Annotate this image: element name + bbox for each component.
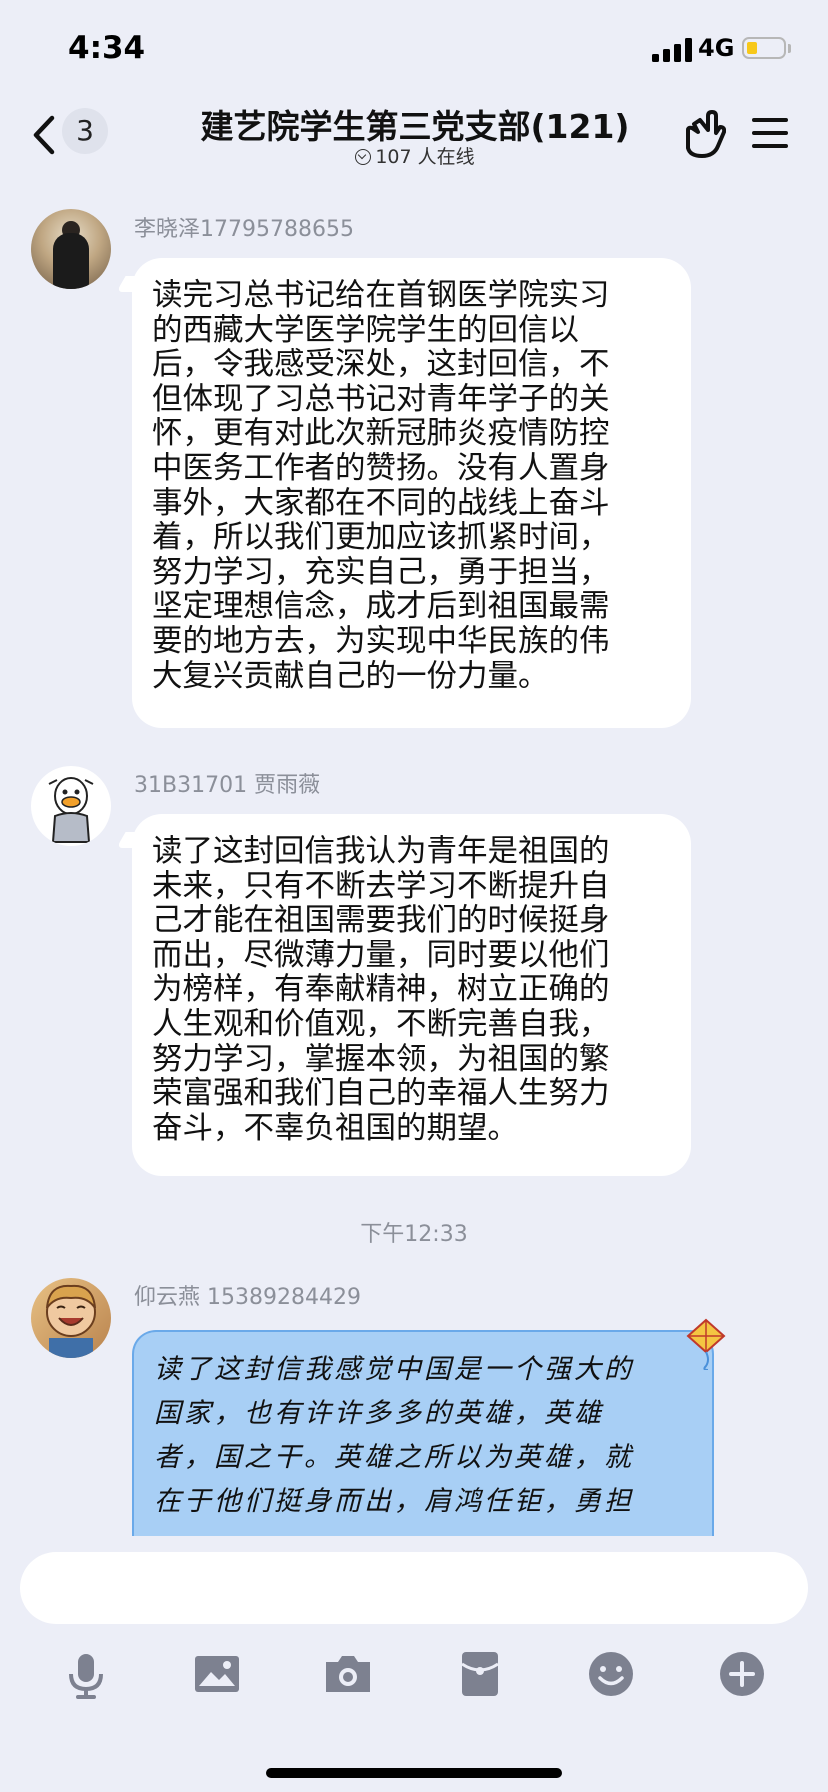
home-indicator	[266, 1768, 562, 1778]
emoji-icon[interactable]	[581, 1644, 641, 1704]
online-count[interactable]: 107 人在线	[160, 142, 670, 169]
sender-name: 仰云燕 15389284429	[134, 1285, 361, 1310]
signal-icon	[652, 38, 694, 62]
battery-tip	[788, 44, 791, 53]
plus-icon[interactable]	[712, 1644, 772, 1704]
message-text: 读了这封信我感觉中国是一个强大的 国家，也有许许多多的英雄，英雄 者，国之干。英…	[154, 1354, 634, 1517]
avatar[interactable]	[31, 1278, 111, 1358]
message-timestamp: 下午12:33	[360, 1222, 468, 1247]
input-area	[0, 1536, 828, 1792]
message-text: 读了这封回信我认为青年是祖国的 未来，只有不断去学习不断提升自 己才能在祖国需要…	[152, 834, 610, 1146]
cartoon-avatar-icon	[46, 1284, 96, 1358]
hand-gesture-icon[interactable]	[680, 108, 726, 160]
message-text: 读完习总书记给在首钢医学院实习 的西藏大学医学院学生的回信以 后，令我感受深处，…	[152, 278, 610, 694]
mic-icon[interactable]	[56, 1644, 116, 1704]
kite-icon	[686, 1318, 726, 1370]
camera-icon[interactable]	[318, 1644, 378, 1704]
sender-name: 李晓泽17795788655	[134, 217, 354, 242]
status-time: 4:34	[68, 30, 146, 66]
message-input[interactable]	[20, 1552, 808, 1624]
message-bubble-themed[interactable]: 读了这封信我感觉中国是一个强大的 国家，也有许许多多的英雄，英雄 者，国之干。英…	[132, 1330, 714, 1536]
goose-avatar-icon	[48, 777, 94, 843]
back-icon[interactable]	[26, 110, 66, 160]
avatar[interactable]	[31, 209, 111, 289]
unread-badge[interactable]: 3	[62, 108, 108, 154]
status-bar: 4:34 4G	[0, 0, 828, 100]
chevron-down-icon	[355, 149, 372, 165]
menu-icon[interactable]	[750, 116, 790, 150]
message-bubble[interactable]: 读完习总书记给在首钢医学院实习 的西藏大学医学院学生的回信以 后，令我感受深处，…	[132, 258, 691, 728]
avatar[interactable]	[31, 766, 111, 846]
battery-icon	[742, 37, 786, 59]
online-count-label: 107 人在线	[375, 146, 475, 168]
sender-name: 31B31701 贾雨薇	[134, 773, 321, 798]
red-packet-icon[interactable]	[450, 1644, 510, 1704]
chat-title[interactable]: 建艺院学生第三党支部(121)	[160, 100, 670, 148]
message-bubble[interactable]: 读了这封回信我认为青年是祖国的 未来，只有不断去学习不断提升自 己才能在祖国需要…	[132, 814, 691, 1176]
chat-header: 3 建艺院学生第三党支部(121) 107 人在线	[0, 100, 828, 178]
image-icon[interactable]	[187, 1644, 247, 1704]
network-type: 4G	[698, 34, 735, 62]
